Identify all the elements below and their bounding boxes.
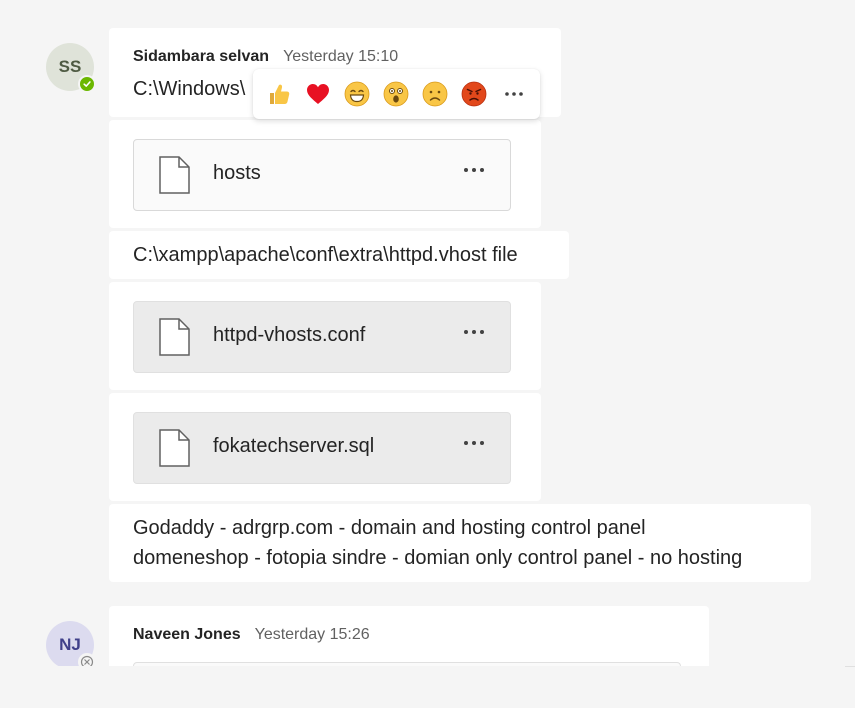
divider xyxy=(845,666,855,667)
message-text: C:\xampp\apache\conf\extra\httpd.vhost f… xyxy=(133,244,518,266)
author-name[interactable]: Naveen Jones xyxy=(133,626,241,643)
file-name: httpd-vhosts.conf xyxy=(213,324,366,346)
reaction-bar xyxy=(253,69,540,119)
file-card-fokatechserver[interactable]: fokatechserver.sql xyxy=(133,412,511,484)
more-options-icon[interactable] xyxy=(501,81,527,107)
file-card-hosts[interactable]: hosts xyxy=(133,139,511,211)
more-options-icon[interactable] xyxy=(458,316,490,348)
message-text-line: Godaddy - adrgrp.com - domain and hostin… xyxy=(133,517,646,539)
message-header: Naveen Jones Yesterday 15:26 xyxy=(133,626,370,644)
surprised-icon[interactable] xyxy=(383,81,409,107)
more-options-icon[interactable] xyxy=(458,427,490,459)
message-bubble: C:\xampp\apache\conf\extra\httpd.vhost f… xyxy=(109,231,569,279)
sad-icon[interactable] xyxy=(422,81,448,107)
file-icon xyxy=(159,318,190,356)
file-icon xyxy=(159,429,190,467)
attachment-bubble: fokatechserver.sql xyxy=(109,393,541,501)
heart-icon[interactable] xyxy=(305,81,331,107)
author-name[interactable]: Sidambara selvan xyxy=(133,48,269,65)
timestamp: Yesterday 15:26 xyxy=(254,626,370,643)
message-header: Sidambara selvan Yesterday 15:10 xyxy=(133,48,398,66)
message-text-line: domeneshop - fotopia sindre - domian onl… xyxy=(133,547,743,569)
more-options-icon[interactable] xyxy=(458,154,490,186)
file-icon xyxy=(159,156,190,194)
message-bubble: Godaddy - adrgrp.com - domain and hostin… xyxy=(109,504,811,582)
presence-available-icon xyxy=(78,75,96,93)
message-text: C:\Windows\ xyxy=(133,78,246,100)
file-card-httpd-vhosts[interactable]: httpd-vhosts.conf xyxy=(133,301,511,373)
attachment-bubble: httpd-vhosts.conf xyxy=(109,282,541,390)
avatar-initials: SS xyxy=(58,57,82,76)
attachment-bubble: hosts xyxy=(109,120,541,228)
avatar-initials: NJ xyxy=(59,635,81,654)
like-icon[interactable] xyxy=(266,81,292,107)
file-name: fokatechserver.sql xyxy=(213,435,375,457)
compose-area-background xyxy=(0,666,855,708)
angry-icon[interactable] xyxy=(461,81,487,107)
file-name: hosts xyxy=(213,162,261,184)
laugh-icon[interactable] xyxy=(344,81,370,107)
timestamp: Yesterday 15:10 xyxy=(283,48,399,65)
